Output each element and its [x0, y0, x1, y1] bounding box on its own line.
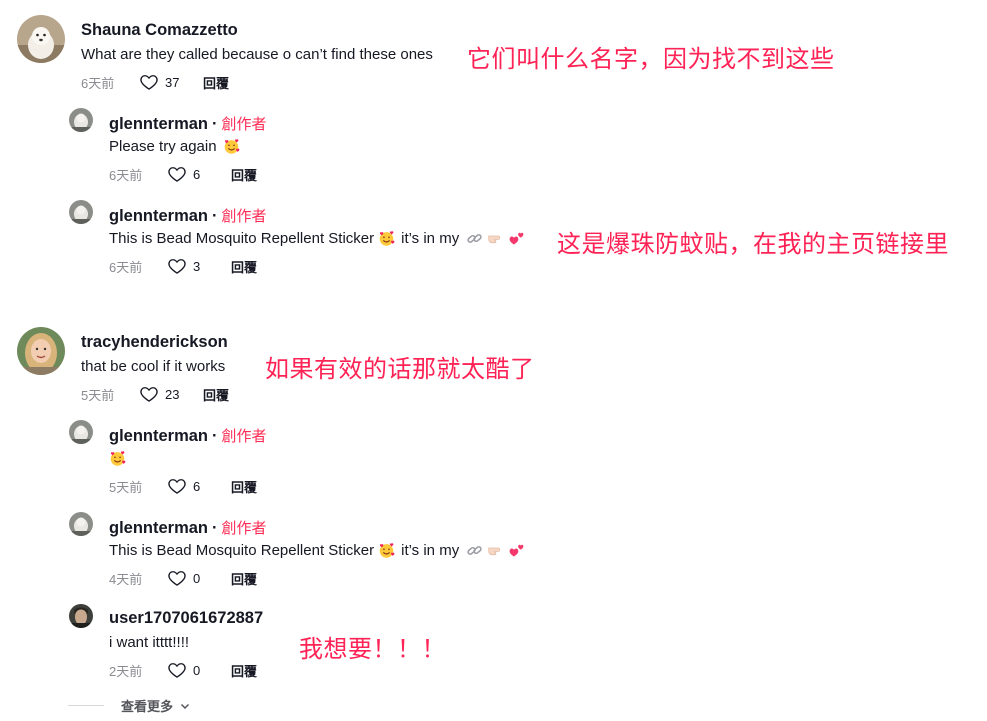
heart-icon [140, 75, 158, 90]
creator-badge: 創作者 [221, 428, 267, 445]
comment-time: 5天前 [81, 387, 115, 403]
reply-button[interactable]: 回覆 [231, 661, 257, 680]
user-avatar-image [69, 604, 93, 628]
heart-icon [168, 259, 186, 274]
reply-button[interactable]: 回覆 [231, 165, 257, 184]
reply-meta: 4天前 0 回覆 [109, 568, 257, 588]
translation-annotation: 我想要！！！ [299, 635, 446, 663]
view-more-button[interactable]: 查看更多 [121, 696, 173, 715]
reply-username[interactable]: glennterman · 創作者 [109, 205, 267, 226]
heart-icon [168, 571, 186, 586]
separator-dot: · [212, 207, 218, 225]
avatar[interactable] [69, 604, 93, 628]
reply-text [109, 450, 126, 467]
pointing-hand-emoji [487, 230, 504, 247]
like-count: 0 [193, 570, 201, 586]
reply-username[interactable]: glennterman · 創作者 [109, 425, 267, 446]
creator-avatar-image [69, 512, 93, 536]
two-hearts-emoji [508, 542, 525, 559]
like-count: 6 [193, 166, 201, 182]
reply-username[interactable]: glennterman · 創作者 [109, 113, 267, 134]
heart-icon [168, 479, 186, 494]
avatar[interactable] [69, 200, 93, 224]
avatar[interactable] [69, 420, 93, 444]
like-button[interactable]: 6 [167, 476, 231, 496]
creator-avatar-image [69, 108, 93, 132]
smiling-face-with-hearts-emoji [109, 450, 126, 467]
comment-username[interactable]: Shauna Comazzetto [81, 21, 238, 40]
link-icon [466, 542, 483, 559]
like-count: 3 [193, 258, 201, 274]
reply-username[interactable]: user1707061672887 [109, 609, 263, 628]
avatar[interactable] [17, 327, 65, 375]
creator-badge: 創作者 [221, 520, 267, 537]
comment-text: that be cool if it works [81, 358, 226, 375]
comment-text: What are they called because o can’t fin… [81, 46, 433, 63]
comment-time: 6天前 [81, 75, 115, 91]
reply-meta: 2天前 0 回覆 [109, 660, 257, 680]
comment-meta: 6天前 37 回覆 [81, 72, 229, 92]
like-button[interactable]: 23 [139, 384, 203, 404]
creator-avatar-image [69, 420, 93, 444]
reply-button[interactable]: 回覆 [231, 569, 257, 588]
comment-username[interactable]: tracyhenderickson [81, 333, 228, 352]
like-count: 6 [193, 478, 201, 494]
reply-button[interactable]: 回覆 [203, 385, 229, 404]
like-button[interactable]: 0 [167, 568, 231, 588]
like-button[interactable]: 3 [167, 256, 231, 276]
like-count: 37 [165, 74, 180, 90]
link-icon [466, 230, 483, 247]
comment-meta: 5天前 23 回覆 [81, 384, 229, 404]
like-count: 23 [165, 386, 180, 402]
reply-time: 6天前 [109, 167, 143, 183]
reply-time: 4天前 [109, 571, 143, 587]
separator-dot: · [212, 115, 218, 133]
smiling-face-with-hearts-emoji [223, 138, 240, 155]
reply-meta: 6天前 6 回覆 [109, 164, 257, 184]
heart-icon [168, 663, 186, 678]
reply-username[interactable]: glennterman · 創作者 [109, 517, 267, 538]
smiling-face-with-hearts-emoji [378, 230, 395, 247]
translation-annotation: 它们叫什么名字，因为找不到这些 [467, 45, 835, 73]
reply-meta: 6天前 3 回覆 [109, 256, 257, 276]
pointing-hand-emoji [487, 542, 504, 559]
separator-dot: · [212, 427, 218, 445]
creator-badge: 創作者 [221, 116, 267, 133]
reply-button[interactable]: 回覆 [203, 73, 229, 92]
user-avatar-image [17, 327, 65, 375]
reply-time: 6天前 [109, 259, 143, 275]
like-button[interactable]: 6 [167, 164, 231, 184]
chevron-down-icon[interactable] [179, 700, 191, 712]
like-button[interactable]: 0 [167, 660, 231, 680]
reply-text: This is Bead Mosquito Repellent Sticker … [109, 230, 525, 247]
heart-icon [168, 167, 186, 182]
reply-text: Please try again [109, 138, 240, 155]
two-hearts-emoji [508, 230, 525, 247]
heart-icon [140, 387, 158, 402]
avatar[interactable] [69, 108, 93, 132]
view-more-row: 查看更多 [68, 696, 191, 715]
translation-annotation: 如果有效的话那就太酷了 [265, 355, 535, 383]
creator-badge: 創作者 [221, 208, 267, 225]
translation-annotation: 这是爆珠防蚊贴，在我的主页链接里 [557, 230, 949, 258]
like-button[interactable]: 37 [139, 72, 203, 92]
reply-time: 5天前 [109, 479, 143, 495]
avatar[interactable] [17, 15, 65, 63]
reply-button[interactable]: 回覆 [231, 477, 257, 496]
reply-button[interactable]: 回覆 [231, 257, 257, 276]
smiling-face-with-hearts-emoji [378, 542, 395, 559]
dog-avatar-image [17, 15, 65, 63]
like-count: 0 [193, 662, 201, 678]
reply-time: 2天前 [109, 663, 143, 679]
avatar[interactable] [69, 512, 93, 536]
reply-text: This is Bead Mosquito Repellent Sticker … [109, 542, 525, 559]
creator-avatar-image [69, 200, 93, 224]
reply-meta: 5天前 6 回覆 [109, 476, 257, 496]
separator-dot: · [212, 519, 218, 537]
divider [68, 705, 104, 706]
reply-text: i want itttt!!!! [109, 634, 190, 651]
